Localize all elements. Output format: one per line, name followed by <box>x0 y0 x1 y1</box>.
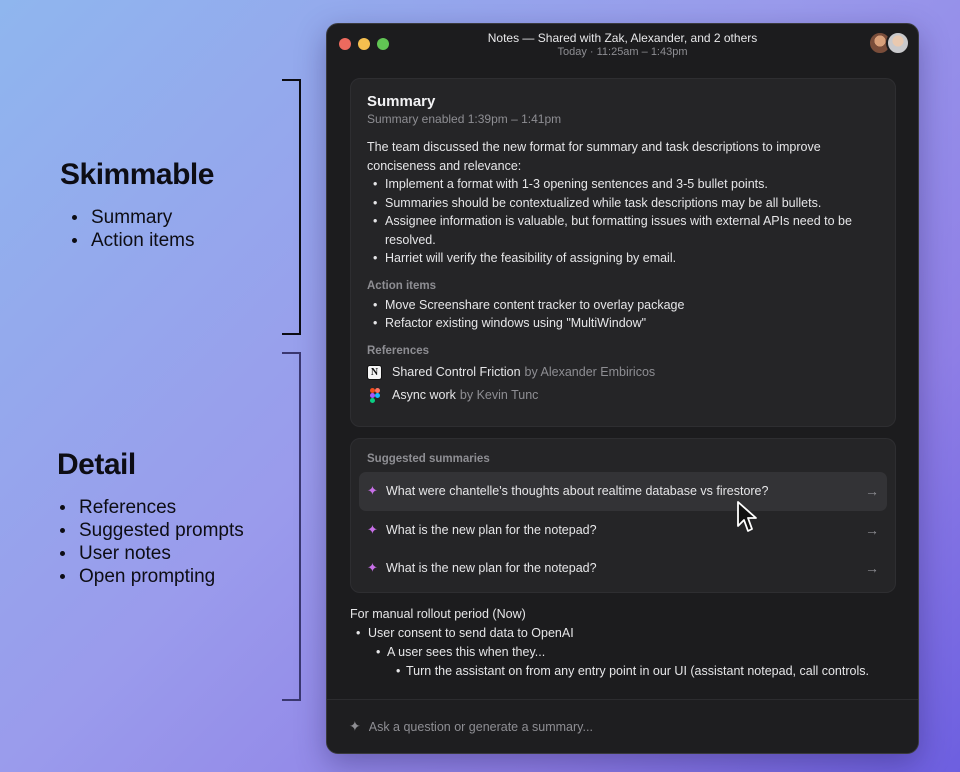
sparkle-icon: ✦ <box>367 560 378 576</box>
reference-link[interactable]: Async work by Kevin Tunc <box>367 384 879 407</box>
sparkle-icon: ✦ <box>367 521 378 537</box>
action-item: Refactor existing windows using "MultiWi… <box>367 314 879 333</box>
summary-enabled-time: Summary enabled 1:39pm – 1:41pm <box>367 112 562 126</box>
suggested-summaries-card: Suggested summaries ✦ What were chantell… <box>350 438 896 593</box>
annotation-item: Open prompting <box>60 565 244 588</box>
list-item: Implement a format with 1-3 opening sent… <box>367 175 879 194</box>
list-item: Assignee information is valuable, but fo… <box>367 212 879 249</box>
note-item: Turn the assistant on from any entry poi… <box>350 662 880 681</box>
participant-avatars[interactable] <box>868 31 910 55</box>
action-items-label: Action items <box>367 279 437 292</box>
composer: ✦ <box>327 699 918 753</box>
annotation-item: User notes <box>60 542 244 565</box>
sparkle-icon: ✦ <box>367 483 378 499</box>
action-item: Move Screenshare content tracker to over… <box>367 296 879 315</box>
skimmable-annotation: Skimmable Summary Action items <box>60 158 214 252</box>
suggested-prompt[interactable]: ✦ What were chantelle's thoughts about r… <box>359 472 887 511</box>
list-item: Harriet will verify the feasibility of a… <box>367 249 879 268</box>
action-items-list: Move Screenshare content tracker to over… <box>367 296 879 333</box>
prompt-input[interactable] <box>368 719 849 734</box>
mouse-cursor-icon <box>737 501 757 532</box>
summary-intro: The team discussed the new format for su… <box>367 140 821 173</box>
references-label: References <box>367 344 430 357</box>
detail-heading: Detail <box>57 448 136 481</box>
titlebar: Notes — Shared with Zak, Alexander, and … <box>327 24 918 68</box>
notes-heading: For manual rollout period (Now) <box>350 607 526 621</box>
summary-heading: Summary <box>367 93 436 110</box>
arrow-right-icon: → <box>865 560 879 577</box>
summary-bullets: Implement a format with 1-3 opening sent… <box>367 175 879 268</box>
avatar[interactable] <box>886 31 910 55</box>
notion-icon: N <box>367 364 382 380</box>
skimmable-heading: Skimmable <box>60 158 214 191</box>
annotation-item: Action items <box>72 229 214 252</box>
summary-card: Summary Summary enabled 1:39pm – 1:41pm … <box>350 78 896 427</box>
annotation-item: Summary <box>72 206 214 229</box>
suggested-prompt[interactable]: ✦ What is the new plan for the notepad? … <box>359 549 887 588</box>
sparkle-icon: ✦ <box>349 718 361 734</box>
figma-icon <box>367 387 382 403</box>
arrow-right-icon: → <box>865 483 879 500</box>
skimmable-bracket <box>282 79 301 335</box>
suggested-summaries-label: Suggested summaries <box>367 453 490 465</box>
window-subtitle: Today · 11:25am – 1:43pm <box>557 46 688 58</box>
arrow-right-icon: → <box>865 521 879 538</box>
annotation-item: Suggested prompts <box>60 519 244 542</box>
suggested-prompt[interactable]: ✦ What is the new plan for the notepad? … <box>359 511 887 550</box>
window-title: Notes — Shared with Zak, Alexander, and … <box>487 31 758 45</box>
note-item: A user sees this when they... <box>350 643 880 662</box>
detail-annotation: Detail References Suggested prompts User… <box>57 448 244 588</box>
list-item: Summaries should be contextualized while… <box>367 194 879 213</box>
reference-link[interactable]: N Shared Control Friction by Alexander E… <box>367 361 879 384</box>
notes-window: Notes — Shared with Zak, Alexander, and … <box>326 23 919 754</box>
user-notes[interactable]: For manual rollout period (Now) User con… <box>350 605 880 681</box>
note-item: User consent to send data to OpenAI <box>350 624 880 643</box>
annotation-item: References <box>60 496 244 519</box>
detail-bracket <box>282 352 301 701</box>
